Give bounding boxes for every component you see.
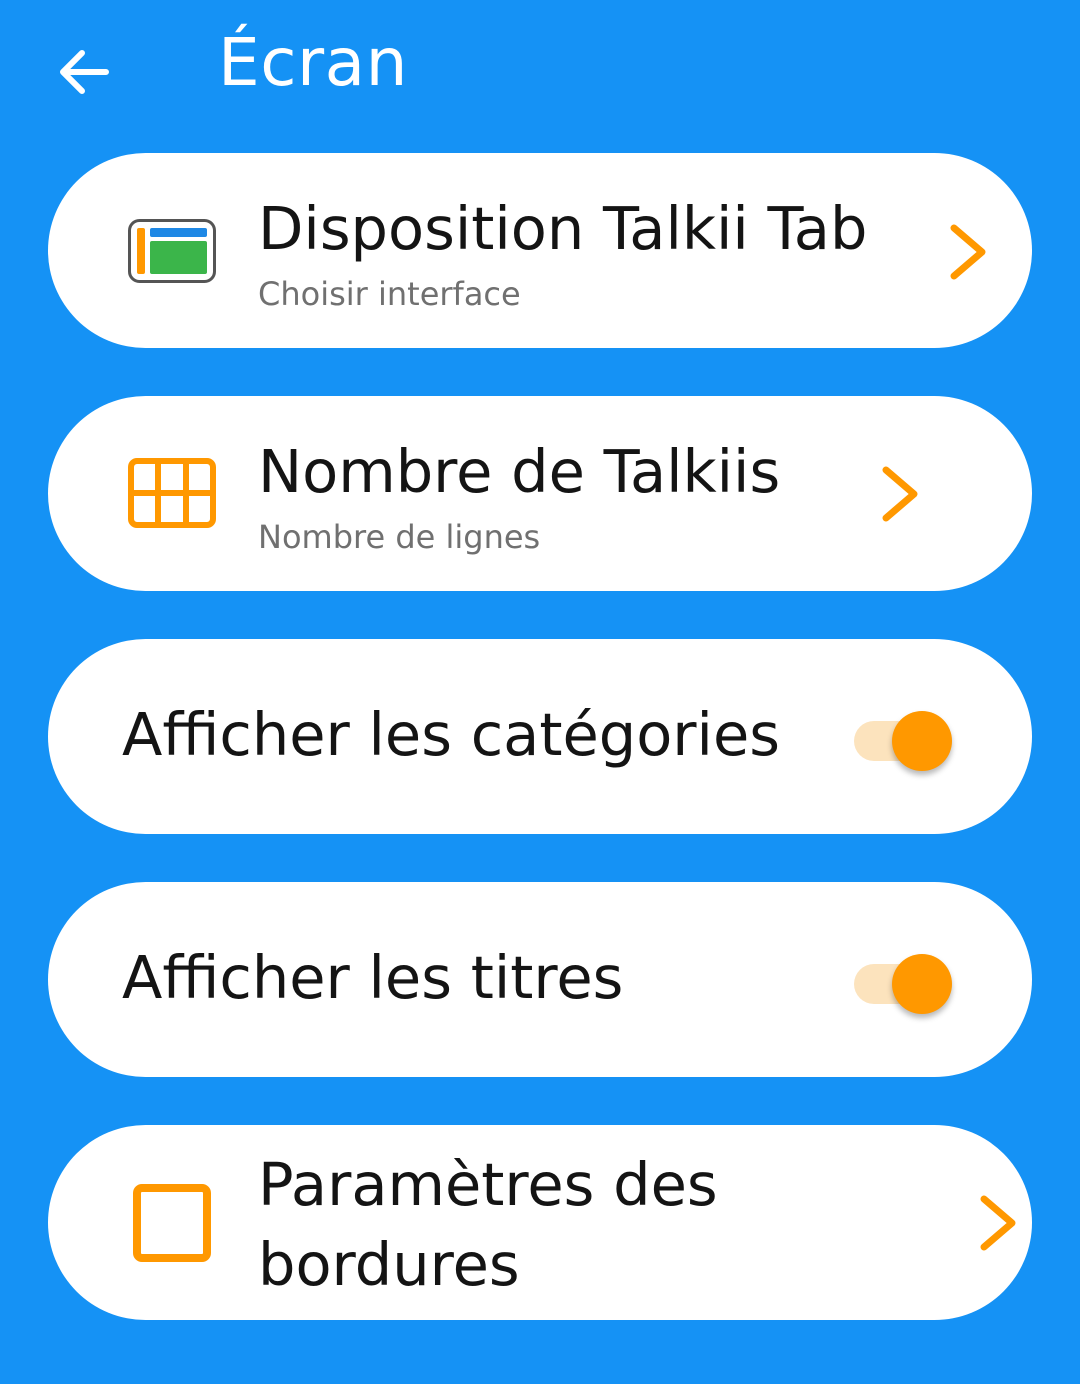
talkii-count-title: Nombre de Talkiis [258,437,781,506]
app-header: Écran [0,0,1080,140]
layout-setting-subtitle: Choisir interface [258,275,521,313]
chevron-right-icon [882,466,918,522]
border-settings-title-line1: Paramètres des [258,1150,718,1219]
chevron-right-icon [980,1195,1016,1251]
show-categories-row[interactable]: Afficher les catégories [48,639,1032,834]
show-titles-row[interactable]: Afficher les titres [48,882,1032,1077]
grid-icon [128,458,216,528]
layout-setting-title: Disposition Talkii Tab [258,194,868,263]
layout-setting-row[interactable]: Disposition Talkii Tab Choisir interface [48,153,1032,348]
talkii-count-subtitle: Nombre de lignes [258,518,541,556]
square-outline-icon [133,1184,211,1262]
border-settings-title-line2: bordures [258,1230,520,1299]
layout-icon [128,219,216,283]
toggle-thumb [892,711,952,771]
arrow-left-icon [60,50,109,94]
toggle-thumb [892,954,952,1014]
chevron-right-icon [950,224,986,280]
show-titles-toggle[interactable] [854,952,954,1016]
border-settings-row[interactable]: Paramètres des bordures [48,1125,1032,1320]
talkii-count-row[interactable]: Nombre de Talkiis Nombre de lignes [48,396,1032,591]
page-title: Écran [218,24,408,101]
show-categories-toggle[interactable] [854,709,954,773]
show-titles-label: Afficher les titres [122,943,624,1012]
back-button[interactable] [50,38,118,106]
show-categories-label: Afficher les catégories [122,700,780,769]
